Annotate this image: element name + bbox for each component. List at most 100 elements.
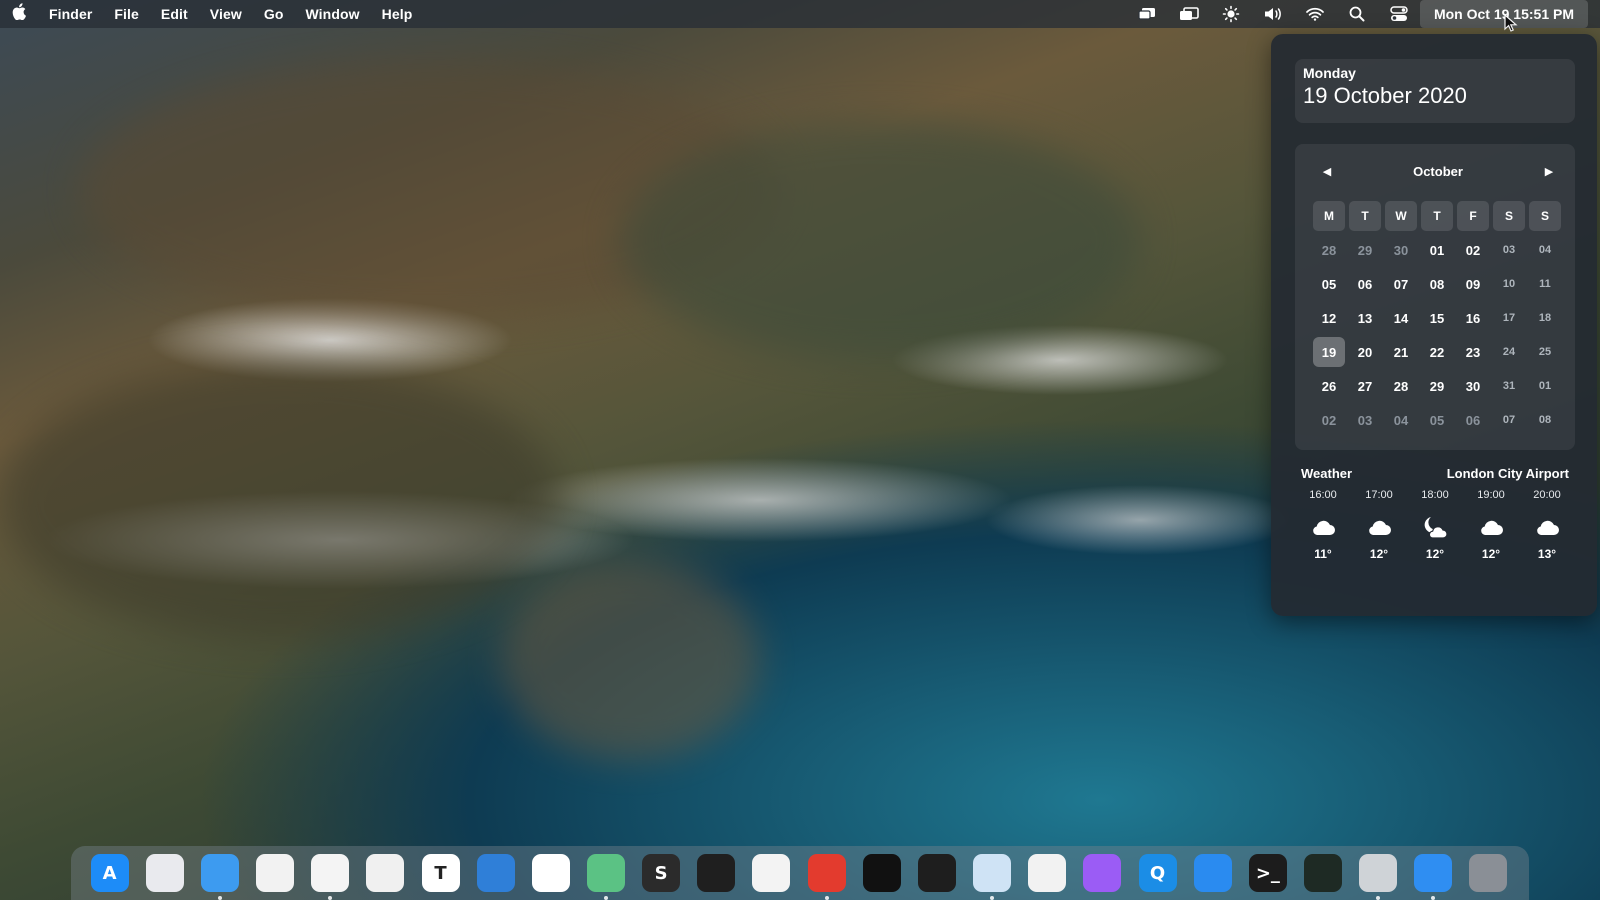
dock-item-finder[interactable] [193,846,246,900]
calendar-day[interactable]: 28 [1385,371,1417,401]
menu-finder[interactable]: Finder [38,6,103,22]
dock-item-chrome[interactable] [745,846,798,900]
quicktime-icon: Q [1138,854,1177,892]
dock-item-app-store[interactable]: A [83,846,136,900]
activity-monitor-wave-icon [1193,854,1232,892]
calendar-day[interactable]: 06 [1457,405,1489,435]
dock-item-system-preferences[interactable] [1462,846,1515,900]
dock-item-davinci-resolve[interactable] [690,846,743,900]
dock-item-typora[interactable]: T [414,846,467,900]
calendar-day[interactable]: 06 [1349,269,1381,299]
dock-item-xcode[interactable] [469,846,522,900]
dock-item-safari[interactable] [800,846,853,900]
menu-window[interactable]: Window [294,6,370,22]
running-indicator [990,896,995,900]
textedit-icon [366,854,405,892]
calendar-day[interactable]: 07 [1493,405,1525,435]
wifi-icon[interactable] [1294,0,1336,28]
screen-mirroring-icon[interactable] [1126,0,1168,28]
next-month-icon[interactable]: ▶ [1541,165,1557,178]
calendar-day[interactable]: 02 [1313,405,1345,435]
system-information-icon [1359,854,1398,892]
calendar-day[interactable]: 24 [1493,337,1525,367]
calendar-day[interactable]: 02 [1457,235,1489,265]
calendar-day[interactable]: 03 [1493,235,1525,265]
calendar-day[interactable]: 10 [1493,269,1525,299]
calendar-day[interactable]: 05 [1313,269,1345,299]
dock-item-vscode[interactable] [524,846,577,900]
running-indicator [217,896,222,900]
dock-item-atom[interactable] [579,846,632,900]
menu-file[interactable]: File [103,6,150,22]
calendar-day[interactable]: 27 [1349,371,1381,401]
calendar-day[interactable]: 30 [1457,371,1489,401]
display-icon[interactable] [1168,0,1210,28]
dock-item-activity-monitor-wave[interactable] [1186,846,1239,900]
dock-item-terminal[interactable]: >_ [1241,846,1294,900]
calendar-day[interactable]: 04 [1385,405,1417,435]
calendar-day[interactable]: 01 [1529,371,1561,401]
calendar-day[interactable]: 11 [1529,269,1561,299]
dock-item-textedit[interactable] [359,846,412,900]
dock-item-preview[interactable] [966,846,1019,900]
calendar-day[interactable]: 18 [1529,303,1561,333]
apple-menu-icon[interactable] [0,3,38,25]
volume-icon[interactable] [1252,0,1294,28]
calendar-day[interactable]: 20 [1349,337,1381,367]
dock-item-brave[interactable] [248,846,301,900]
calendar-day[interactable]: 09 [1457,269,1489,299]
calendar-day[interactable]: 14 [1385,303,1417,333]
calendar-day[interactable]: 12 [1313,303,1345,333]
moon-cloud-icon [1413,509,1457,545]
dock-item-launchpad[interactable] [138,846,191,900]
calendar-day[interactable]: 07 [1385,269,1417,299]
calendar-day[interactable]: 29 [1349,235,1381,265]
opera-icon [311,854,350,892]
calendar-day[interactable]: 25 [1529,337,1561,367]
previous-month-icon[interactable]: ◀ [1319,165,1335,178]
dock-item-screenshot[interactable] [1021,846,1074,900]
github-desktop-icon [862,854,901,892]
calendar-weather-panel: Monday 19 October 2020 ◀ October ▶ MTWTF… [1271,34,1597,616]
calendar-day[interactable]: 31 [1493,371,1525,401]
calendar-day-today[interactable]: 19 [1313,337,1345,367]
dock-item-opera[interactable] [304,846,357,900]
calendar-day[interactable]: 01 [1421,235,1453,265]
menu-help[interactable]: Help [371,6,424,22]
calendar-day[interactable]: 17 [1493,303,1525,333]
menu-edit[interactable]: Edit [150,6,199,22]
running-indicator [328,896,333,900]
calendar-day[interactable]: 05 [1421,405,1453,435]
dock-item-quicktime[interactable]: Q [1131,846,1184,900]
calendar-day[interactable]: 22 [1421,337,1453,367]
menu-go[interactable]: Go [253,6,295,22]
calendar-day[interactable]: 21 [1385,337,1417,367]
calendar-day[interactable]: 15 [1421,303,1453,333]
calendar-day[interactable]: 04 [1529,235,1561,265]
calendar-day[interactable]: 23 [1457,337,1489,367]
dock-item-github-desktop[interactable] [855,846,908,900]
dock-item-sublime-text[interactable]: S [635,846,688,900]
calendar-day[interactable]: 08 [1421,269,1453,299]
calendar-day[interactable]: 28 [1313,235,1345,265]
dock-item-activity-monitor[interactable] [1296,846,1349,900]
brightness-icon[interactable] [1210,0,1252,28]
calendar-day[interactable]: 13 [1349,303,1381,333]
control-center-icon[interactable] [1378,0,1420,28]
calendar-day[interactable]: 16 [1457,303,1489,333]
dock-item-photo-booth[interactable] [1407,846,1460,900]
forecast-hour: 18:00 12° [1413,489,1457,561]
calendar-day[interactable]: 26 [1313,371,1345,401]
calendar-day[interactable]: 30 [1385,235,1417,265]
dock-item-figma[interactable] [910,846,963,900]
calendar-day[interactable]: 03 [1349,405,1381,435]
dock-item-screen-recorder[interactable] [1076,846,1129,900]
spotlight-search-icon[interactable] [1336,0,1378,28]
calendar-day[interactable]: 29 [1421,371,1453,401]
mouse-cursor-icon [1504,14,1518,32]
activity-monitor-icon [1304,854,1343,892]
calendar-day[interactable]: 08 [1529,405,1561,435]
weather-location[interactable]: London City Airport [1447,466,1569,481]
dock-item-system-information[interactable] [1352,846,1405,900]
menu-view[interactable]: View [199,6,253,22]
